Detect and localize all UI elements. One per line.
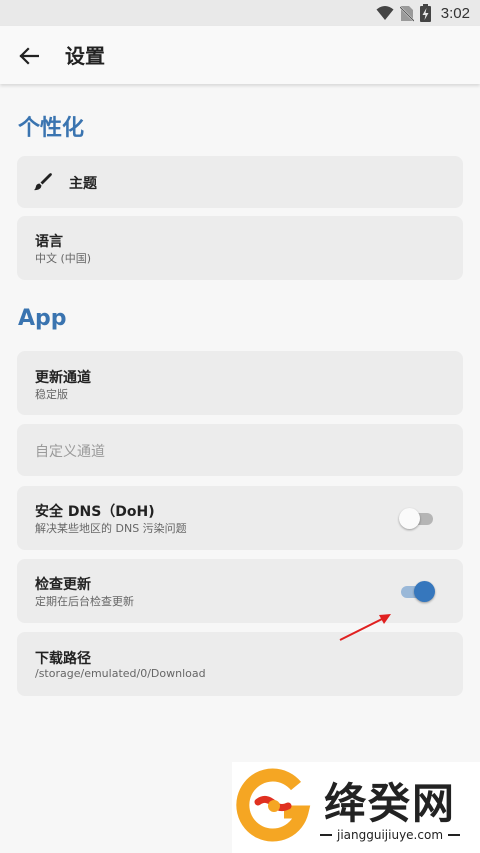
settings-item-label: 安全 DNS（DoH) <box>35 504 155 520</box>
no-sim-icon <box>399 5 414 22</box>
status-time: 3:02 <box>440 4 470 22</box>
watermark-name: 绛癸网 <box>324 779 457 828</box>
page-title: 设置 <box>65 44 105 68</box>
settings-item-label: 自定义通道 <box>35 444 105 460</box>
back-button[interactable] <box>14 41 44 71</box>
settings-item-value: 中文 (中国) <box>35 252 92 265</box>
settings-item-update-channel[interactable]: 更新通道 稳定版 <box>17 351 463 415</box>
divider <box>320 834 332 836</box>
settings-item-download-path[interactable]: 下载路径 /storage/emulated/0/Download <box>17 632 463 696</box>
settings-item-theme[interactable]: 主题 <box>17 156 463 208</box>
toggle-thumb <box>399 508 420 529</box>
wifi-icon <box>376 6 394 20</box>
settings-item-language[interactable]: 语言 中文 (中国) <box>17 216 463 280</box>
settings-item-value: /storage/emulated/0/Download <box>35 667 206 680</box>
app-bar: 设置 <box>0 26 480 84</box>
arrow-left-icon <box>19 47 39 65</box>
battery-charging-icon <box>419 4 431 22</box>
settings-item-label: 检查更新 <box>35 577 91 593</box>
settings-item-label: 语言 <box>35 234 63 250</box>
annotation-arrow-icon <box>339 614 391 641</box>
settings-item-custom-channel: 自定义通道 <box>17 424 463 476</box>
settings-item-description: 解决某些地区的 DNS 污染问题 <box>35 522 187 535</box>
settings-item-label: 更新通道 <box>35 370 91 386</box>
settings-item-value: 稳定版 <box>35 388 68 401</box>
check-updates-toggle[interactable] <box>399 580 435 602</box>
section-title-app: App <box>18 306 67 331</box>
watermark-logo-icon <box>236 768 311 842</box>
watermark-url: jiangguijiuye.com <box>337 828 444 842</box>
settings-item-description: 定期在后台检查更新 <box>35 595 134 608</box>
divider <box>448 834 461 836</box>
status-icons: 3:02 <box>376 3 470 23</box>
watermark: 绛癸网 jiangguijiuye.com <box>232 762 480 853</box>
status-bar: 3:02 <box>0 0 480 26</box>
settings-item-label: 主题 <box>69 176 97 192</box>
settings-item-label: 下载路径 <box>35 651 91 667</box>
settings-item-secure-dns[interactable]: 安全 DNS（DoH) 解决某些地区的 DNS 污染问题 <box>17 486 463 550</box>
watermark-url-row: jiangguijiuye.com <box>320 828 461 842</box>
toggle-thumb <box>414 581 435 602</box>
section-title-personalization: 个性化 <box>18 116 85 141</box>
settings-item-check-updates[interactable]: 检查更新 定期在后台检查更新 <box>17 559 463 623</box>
brush-icon <box>34 173 52 191</box>
secure-dns-toggle[interactable] <box>399 507 435 529</box>
